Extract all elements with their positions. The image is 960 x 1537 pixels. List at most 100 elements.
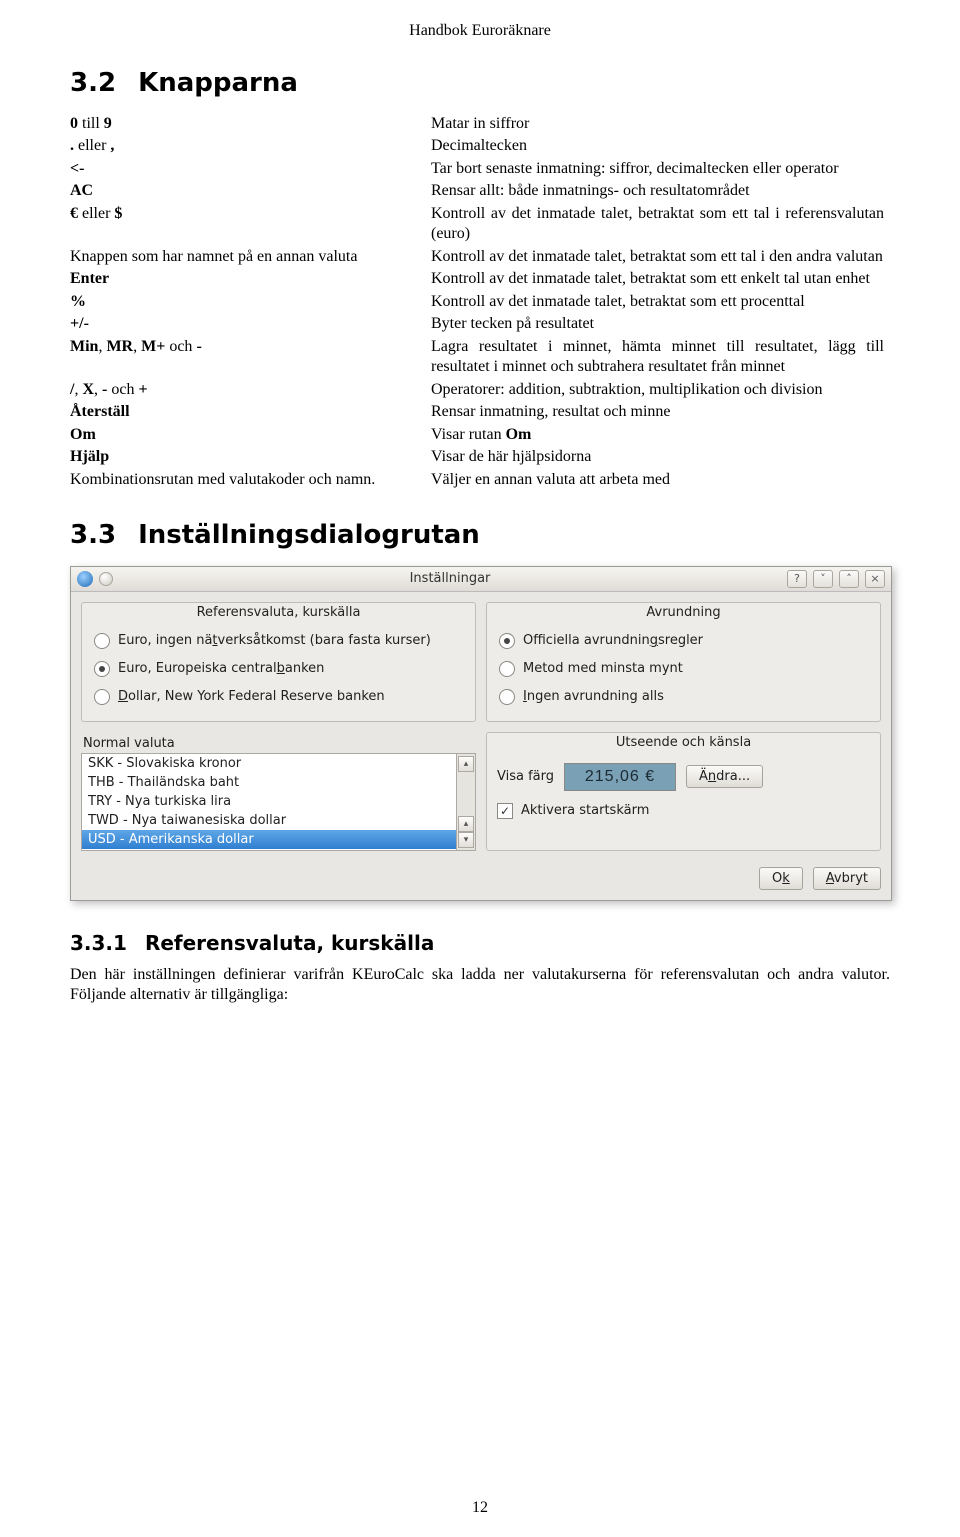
key-cell: € eller $ bbox=[70, 204, 431, 247]
radio-official-rounding[interactable]: Officiella avrundningsregler bbox=[497, 627, 870, 655]
scroll-up-icon[interactable]: ▴ bbox=[458, 756, 474, 772]
table-row: HjälpVisar de här hjälpsidorna bbox=[70, 447, 890, 469]
checkbox-splash[interactable]: ✓ Aktivera startskärm bbox=[497, 803, 870, 819]
table-row: 0 till 9Matar in siffror bbox=[70, 114, 890, 136]
settings-dialog: Inställningar ? ˅ ˄ × Referensvaluta, ku… bbox=[70, 566, 892, 901]
radio-icon bbox=[499, 689, 515, 705]
table-row: . eller ,Decimaltecken bbox=[70, 136, 890, 158]
key-cell: Min, MR, M+ och - bbox=[70, 337, 431, 380]
table-row: Knappen som har namnet på en annan valut… bbox=[70, 247, 890, 269]
titlebar-dot bbox=[99, 572, 113, 586]
list-item[interactable]: USD - Amerikanska dollar bbox=[82, 830, 456, 849]
secno: 3.2 bbox=[70, 68, 116, 98]
page: Handbok Euroräknare 3.2 Knapparna 0 till … bbox=[0, 0, 960, 1537]
table-row: € eller $Kontroll av det inmatade talet,… bbox=[70, 204, 890, 247]
radio-icon bbox=[94, 689, 110, 705]
value-cell: Decimaltecken bbox=[431, 136, 890, 158]
scrollbar[interactable]: ▴ ▴ ▾ bbox=[457, 753, 476, 851]
page-number: 12 bbox=[0, 1499, 960, 1517]
heading-3-2: 3.2 Knapparna bbox=[70, 68, 890, 98]
list-item[interactable]: THB - Thailändska baht bbox=[82, 773, 456, 792]
running-head: Handbok Euroräknare bbox=[70, 22, 890, 40]
key-cell: Om bbox=[70, 425, 431, 447]
sectitle: Knapparna bbox=[138, 68, 298, 98]
value-cell: Kontroll av det inmatade talet, betrakta… bbox=[431, 292, 890, 314]
value-cell: Operatorer: addition, subtraktion, multi… bbox=[431, 380, 890, 402]
value-cell: Lagra resultatet i minnet, hämta minnet … bbox=[431, 337, 890, 380]
radio-label: Officiella avrundningsregler bbox=[523, 633, 703, 648]
table-row: +/-Byter tecken på resultatet bbox=[70, 314, 890, 336]
value-cell: Byter tecken på resultatet bbox=[431, 314, 890, 336]
radio-icon bbox=[499, 661, 515, 677]
key-cell: /, X, - och + bbox=[70, 380, 431, 402]
right-column: Avrundning Officiella avrundningsregler … bbox=[486, 602, 881, 851]
table-row: <-Tar bort senaste inmatning: siffror, d… bbox=[70, 159, 890, 181]
radio-label: Ingen avrundning alls bbox=[523, 689, 664, 704]
normal-currency-label: Normal valuta bbox=[83, 736, 476, 751]
value-cell: Matar in siffror bbox=[431, 114, 890, 136]
radio-label: Metod med minsta mynt bbox=[523, 661, 683, 676]
table-row: Min, MR, M+ och -Lagra resultatet i minn… bbox=[70, 337, 890, 380]
value-cell: Väljer en annan valuta att arbeta med bbox=[431, 470, 890, 492]
color-label: Visa färg bbox=[497, 769, 554, 784]
key-cell: Hjälp bbox=[70, 447, 431, 469]
key-cell: . eller , bbox=[70, 136, 431, 158]
group-legend: Referensvaluta, kurskälla bbox=[82, 601, 475, 620]
listbox-items[interactable]: SKK - Slovakiska kronorTHB - Thailändska… bbox=[81, 753, 457, 851]
value-cell: Kontroll av det inmatade talet, betrakta… bbox=[431, 204, 890, 247]
list-item[interactable]: SKK - Slovakiska kronor bbox=[82, 754, 456, 773]
group-look-and-feel: Utseende och känsla Visa färg 215,06 € Ä… bbox=[486, 732, 881, 851]
left-column: Referensvaluta, kurskälla Euro, ingen nä… bbox=[81, 602, 476, 851]
heading-3-3-1: 3.3.1Referensvaluta, kurskälla bbox=[70, 931, 890, 955]
heading-3-3: 3.3Inställningsdialogrutan bbox=[70, 520, 890, 550]
key-description-table: 0 till 9Matar in siffror. eller ,Decimal… bbox=[70, 114, 890, 492]
list-item[interactable]: TWD - Nya taiwanesiska dollar bbox=[82, 811, 456, 830]
checkbox-label: Aktivera startskärm bbox=[521, 803, 649, 818]
group-legend: Utseende och känsla bbox=[487, 731, 880, 750]
help-button[interactable]: ? bbox=[787, 570, 807, 588]
checkbox-icon: ✓ bbox=[497, 803, 513, 819]
min-button[interactable]: ˅ bbox=[813, 570, 833, 588]
value-cell: Tar bort senaste inmatning: siffror, dec… bbox=[431, 159, 890, 181]
max-button[interactable]: ˄ bbox=[839, 570, 859, 588]
radio-smallest-coin[interactable]: Metod med minsta mynt bbox=[497, 655, 870, 683]
key-cell: Knappen som har namnet på en annan valut… bbox=[70, 247, 431, 269]
radio-label: Dollar, New York Federal Reserve banken bbox=[118, 689, 385, 704]
radio-no-rounding[interactable]: Ingen avrundning alls bbox=[497, 683, 870, 711]
key-cell: Enter bbox=[70, 269, 431, 291]
value-cell: Rensar allt: både inmatnings- och result… bbox=[431, 181, 890, 203]
table-row: EnterKontroll av det inmatade talet, bet… bbox=[70, 269, 890, 291]
table-row: %Kontroll av det inmatade talet, betrakt… bbox=[70, 292, 890, 314]
dialog-body: Referensvaluta, kurskälla Euro, ingen nä… bbox=[71, 592, 891, 859]
list-item[interactable]: TRY - Nya turkiska lira bbox=[82, 792, 456, 811]
radio-label: Euro, ingen nätverksåtkomst (bara fasta … bbox=[118, 633, 431, 648]
app-icon bbox=[77, 571, 93, 587]
ok-button[interactable]: Ok bbox=[759, 867, 803, 890]
secno: 3.3.1 bbox=[70, 931, 127, 955]
group-rounding: Avrundning Officiella avrundningsregler … bbox=[486, 602, 881, 722]
dialog-title: Inställningar bbox=[119, 571, 781, 586]
radio-euro-ecb[interactable]: Euro, Europeiska centralbanken bbox=[92, 655, 465, 683]
currency-listbox[interactable]: SKK - Slovakiska kronorTHB - Thailändska… bbox=[81, 753, 476, 851]
radio-label: Euro, Europeiska centralbanken bbox=[118, 661, 324, 676]
key-cell: Återställ bbox=[70, 402, 431, 424]
color-swatch: 215,06 € bbox=[564, 763, 676, 791]
radio-dollar-ny-fed[interactable]: Dollar, New York Federal Reserve banken bbox=[92, 683, 465, 711]
value-cell: Visar de här hjälpsidorna bbox=[431, 447, 890, 469]
table-row: ÅterställRensar inmatning, resultat och … bbox=[70, 402, 890, 424]
key-cell: AC bbox=[70, 181, 431, 203]
table-row: OmVisar rutan Om bbox=[70, 425, 890, 447]
value-cell: Visar rutan Om bbox=[431, 425, 890, 447]
change-color-button[interactable]: Ändra... bbox=[686, 765, 763, 788]
scroll-up2-icon[interactable]: ▴ bbox=[458, 816, 474, 832]
radio-euro-no-network[interactable]: Euro, ingen nätverksåtkomst (bara fasta … bbox=[92, 627, 465, 655]
cancel-button[interactable]: Avbryt bbox=[813, 867, 881, 890]
dialog-footer: Ok Avbryt bbox=[71, 859, 891, 900]
radio-icon bbox=[499, 633, 515, 649]
value-cell: Kontroll av det inmatade talet, betrakta… bbox=[431, 247, 890, 269]
close-button[interactable]: × bbox=[865, 570, 885, 588]
sectitle: Inställningsdialogrutan bbox=[138, 520, 480, 550]
scroll-down-icon[interactable]: ▾ bbox=[458, 832, 474, 848]
value-cell: Rensar inmatning, resultat och minne bbox=[431, 402, 890, 424]
key-cell: 0 till 9 bbox=[70, 114, 431, 136]
